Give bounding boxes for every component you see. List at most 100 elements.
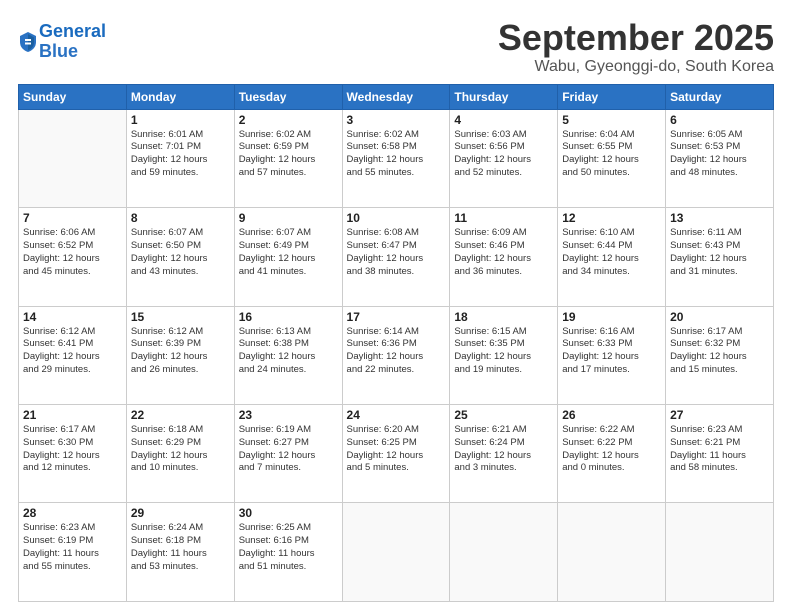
day-info: Sunrise: 6:03 AM Sunset: 6:56 PM Dayligh… — [454, 129, 553, 180]
day-number: 8 — [131, 211, 230, 225]
day-number: 4 — [454, 113, 553, 127]
calendar-cell: 17Sunrise: 6:14 AM Sunset: 6:36 PM Dayli… — [342, 306, 450, 404]
day-number: 23 — [239, 408, 338, 422]
calendar-cell: 20 Sunrise: 6:17 AM Sunset: 6:32 PM Dayli… — [666, 306, 774, 404]
day-info: Sunrise: 6:12 AM Sunset: 6:41 PM Dayligh… — [23, 326, 122, 377]
day-info: Sunrise: 6:10 AM Sunset: 6:44 PM Dayligh… — [562, 227, 661, 278]
day-number: 17 — [347, 310, 446, 324]
day-info: Sunrise: 6:02 AM Sunset: 6:59 PM Dayligh… — [239, 129, 338, 180]
day-number: 27 — [670, 408, 769, 422]
day-info: Sunrise: 6:25 AM Sunset: 6:16 PM Dayligh… — [239, 522, 338, 573]
col-thursday: Thursday — [450, 84, 558, 109]
day-number: 21 — [23, 408, 122, 422]
calendar-cell: 21 Sunrise: 6:17 AM Sunset: 6:30 PM Dayli… — [19, 405, 127, 503]
calendar-cell — [558, 503, 666, 602]
calendar-cell: 15Sunrise: 6:12 AM Sunset: 6:39 PM Dayli… — [126, 306, 234, 404]
day-info: Sunrise: 6:07 AM Sunset: 6:50 PM Dayligh… — [131, 227, 230, 278]
calendar-cell: 6 Sunrise: 6:05 AM Sunset: 6:53 PM Daylig… — [666, 109, 774, 207]
day-info: Sunrise: 6:23 AM Sunset: 6:19 PM Dayligh… — [23, 522, 122, 573]
calendar-cell — [19, 109, 127, 207]
day-info: Sunrise: 6:22 AM Sunset: 6:22 PM Dayligh… — [562, 424, 661, 475]
location: Wabu, Gyeonggi-do, South Korea — [498, 58, 774, 76]
day-number: 16 — [239, 310, 338, 324]
day-info: Sunrise: 6:01 AM Sunset: 7:01 PM Dayligh… — [131, 129, 230, 180]
day-info: Sunrise: 6:19 AM Sunset: 6:27 PM Dayligh… — [239, 424, 338, 475]
day-number: 2 — [239, 113, 338, 127]
calendar-cell: 2 Sunrise: 6:02 AM Sunset: 6:59 PM Daylig… — [234, 109, 342, 207]
calendar-cell: 1 Sunrise: 6:01 AM Sunset: 7:01 PM Daylig… — [126, 109, 234, 207]
col-monday: Monday — [126, 84, 234, 109]
day-info: Sunrise: 6:08 AM Sunset: 6:47 PM Dayligh… — [347, 227, 446, 278]
day-number: 19 — [562, 310, 661, 324]
day-number: 11 — [454, 211, 553, 225]
day-number: 7 — [23, 211, 122, 225]
day-info: Sunrise: 6:02 AM Sunset: 6:58 PM Dayligh… — [347, 129, 446, 180]
calendar-cell: 8 Sunrise: 6:07 AM Sunset: 6:50 PM Daylig… — [126, 208, 234, 306]
day-info: Sunrise: 6:17 AM Sunset: 6:30 PM Dayligh… — [23, 424, 122, 475]
day-info: Sunrise: 6:15 AM Sunset: 6:35 PM Dayligh… — [454, 326, 553, 377]
day-info: Sunrise: 6:24 AM Sunset: 6:18 PM Dayligh… — [131, 522, 230, 573]
day-number: 22 — [131, 408, 230, 422]
calendar-cell: 9Sunrise: 6:07 AM Sunset: 6:49 PM Daylig… — [234, 208, 342, 306]
calendar-body: 1 Sunrise: 6:01 AM Sunset: 7:01 PM Daylig… — [19, 109, 774, 601]
day-number: 30 — [239, 506, 338, 520]
calendar-cell: 27 Sunrise: 6:23 AM Sunset: 6:21 PM Dayli… — [666, 405, 774, 503]
calendar-cell: 3 Sunrise: 6:02 AM Sunset: 6:58 PM Daylig… — [342, 109, 450, 207]
col-wednesday: Wednesday — [342, 84, 450, 109]
logo-icon — [19, 31, 37, 53]
calendar-cell: 30 Sunrise: 6:25 AM Sunset: 6:16 PM Dayli… — [234, 503, 342, 602]
logo: General Blue — [18, 22, 106, 62]
calendar-cell: 26 Sunrise: 6:22 AM Sunset: 6:22 PM Dayli… — [558, 405, 666, 503]
day-number: 24 — [347, 408, 446, 422]
calendar-cell — [666, 503, 774, 602]
calendar-cell: 14 Sunrise: 6:12 AM Sunset: 6:41 PM Dayli… — [19, 306, 127, 404]
calendar-week-row: 7 Sunrise: 6:06 AM Sunset: 6:52 PM Daylig… — [19, 208, 774, 306]
calendar-cell: 19 Sunrise: 6:16 AM Sunset: 6:33 PM Dayli… — [558, 306, 666, 404]
calendar-week-row: 14 Sunrise: 6:12 AM Sunset: 6:41 PM Dayli… — [19, 306, 774, 404]
month-title: September 2025 — [498, 18, 774, 58]
logo-general: General — [39, 21, 106, 41]
day-number: 25 — [454, 408, 553, 422]
calendar-cell: 24 Sunrise: 6:20 AM Sunset: 6:25 PM Dayli… — [342, 405, 450, 503]
title-area: September 2025 Wabu, Gyeonggi-do, South … — [498, 18, 774, 76]
calendar-cell: 22Sunrise: 6:18 AM Sunset: 6:29 PM Dayli… — [126, 405, 234, 503]
day-number: 13 — [670, 211, 769, 225]
col-saturday: Saturday — [666, 84, 774, 109]
day-info: Sunrise: 6:06 AM Sunset: 6:52 PM Dayligh… — [23, 227, 122, 278]
calendar-week-row: 28 Sunrise: 6:23 AM Sunset: 6:19 PM Dayli… — [19, 503, 774, 602]
day-number: 3 — [347, 113, 446, 127]
calendar-cell: 10 Sunrise: 6:08 AM Sunset: 6:47 PM Dayli… — [342, 208, 450, 306]
weekday-header-row: Sunday Monday Tuesday Wednesday Thursday… — [19, 84, 774, 109]
day-number: 14 — [23, 310, 122, 324]
calendar-cell: 7 Sunrise: 6:06 AM Sunset: 6:52 PM Daylig… — [19, 208, 127, 306]
day-number: 10 — [347, 211, 446, 225]
calendar-cell — [450, 503, 558, 602]
calendar-cell — [342, 503, 450, 602]
calendar-cell: 29 Sunrise: 6:24 AM Sunset: 6:18 PM Dayli… — [126, 503, 234, 602]
day-info: Sunrise: 6:23 AM Sunset: 6:21 PM Dayligh… — [670, 424, 769, 475]
header-area: General Blue September 2025 Wabu, Gyeong… — [18, 18, 774, 76]
day-info: Sunrise: 6:09 AM Sunset: 6:46 PM Dayligh… — [454, 227, 553, 278]
calendar-cell: 4 Sunrise: 6:03 AM Sunset: 6:56 PM Daylig… — [450, 109, 558, 207]
calendar-cell: 11 Sunrise: 6:09 AM Sunset: 6:46 PM Dayli… — [450, 208, 558, 306]
day-info: Sunrise: 6:04 AM Sunset: 6:55 PM Dayligh… — [562, 129, 661, 180]
day-number: 6 — [670, 113, 769, 127]
day-number: 20 — [670, 310, 769, 324]
day-number: 26 — [562, 408, 661, 422]
calendar-cell: 28 Sunrise: 6:23 AM Sunset: 6:19 PM Dayli… — [19, 503, 127, 602]
day-number: 1 — [131, 113, 230, 127]
day-number: 5 — [562, 113, 661, 127]
day-number: 28 — [23, 506, 122, 520]
day-info: Sunrise: 6:13 AM Sunset: 6:38 PM Dayligh… — [239, 326, 338, 377]
calendar-cell: 23 Sunrise: 6:19 AM Sunset: 6:27 PM Dayli… — [234, 405, 342, 503]
calendar-cell: 16 Sunrise: 6:13 AM Sunset: 6:38 PM Dayli… — [234, 306, 342, 404]
day-info: Sunrise: 6:11 AM Sunset: 6:43 PM Dayligh… — [670, 227, 769, 278]
day-number: 15 — [131, 310, 230, 324]
day-info: Sunrise: 6:20 AM Sunset: 6:25 PM Dayligh… — [347, 424, 446, 475]
day-info: Sunrise: 6:05 AM Sunset: 6:53 PM Dayligh… — [670, 129, 769, 180]
day-info: Sunrise: 6:17 AM Sunset: 6:32 PM Dayligh… — [670, 326, 769, 377]
calendar-week-row: 21 Sunrise: 6:17 AM Sunset: 6:30 PM Dayli… — [19, 405, 774, 503]
day-number: 29 — [131, 506, 230, 520]
day-number: 18 — [454, 310, 553, 324]
day-info: Sunrise: 6:16 AM Sunset: 6:33 PM Dayligh… — [562, 326, 661, 377]
